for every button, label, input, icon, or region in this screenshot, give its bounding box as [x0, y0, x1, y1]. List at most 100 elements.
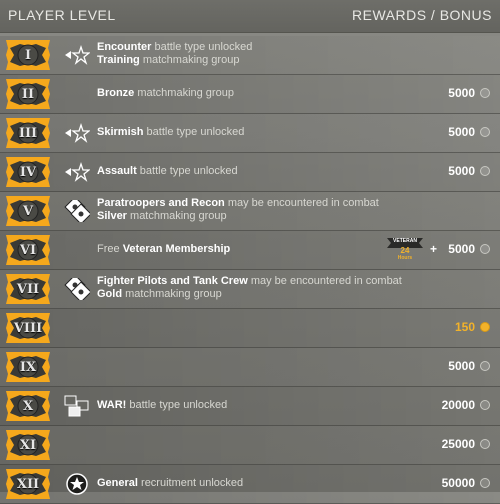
description-highlight: Skirmish [97, 126, 144, 138]
description-highlight: WAR! [97, 399, 127, 411]
veteran-hours-unit: Hours [397, 255, 413, 261]
rank-numeral: VII [16, 281, 40, 297]
description-line: Silver matchmaking group [97, 210, 379, 223]
description-highlight: Bronze [97, 87, 135, 99]
unlock-description: Skirmish battle type unlocked [97, 126, 244, 139]
description-line: General recruitment unlocked [97, 477, 243, 490]
plane-tank-icon [64, 161, 90, 183]
reward-value: 25000 [441, 437, 475, 451]
level-row-xii: XII General recruitment unlocked 50000 [0, 465, 500, 504]
plane-tank-icon [64, 122, 90, 144]
unlock-description: Free Veteran Membership [97, 243, 230, 256]
table-header: PLAYER LEVEL REWARDS / BONUS [0, 0, 500, 33]
description-line: Encounter battle type unlocked [97, 41, 252, 54]
description-line: Skirmish battle type unlocked [97, 126, 244, 139]
description-text: may be encountered in combat [224, 197, 379, 209]
credits-coin-icon [480, 127, 490, 137]
reward-amount: 5000 [448, 86, 490, 100]
description-text: matchmaking group [134, 87, 234, 99]
description-text: matchmaking group [122, 288, 222, 300]
reward-amount: 50000 [442, 476, 490, 490]
reward-value: 5000 [448, 86, 475, 100]
plane-tank-icon [64, 44, 90, 66]
rank-numeral: III [18, 125, 38, 141]
paratrooper-icon [64, 200, 90, 222]
rank-numeral: II [21, 86, 35, 102]
rewards-bonus-header: REWARDS / BONUS [352, 7, 492, 23]
level-rewards-list: I Encounter battle type unlocked Training … [0, 36, 500, 504]
description-text: recruitment unlocked [137, 477, 244, 489]
description-text: matchmaking group [139, 54, 240, 66]
level-row-i: I Encounter battle type unlocked Training … [0, 36, 500, 75]
reward-value: 5000 [448, 164, 475, 178]
description-line: Paratroopers and Recon may be encountere… [97, 197, 379, 210]
description-text: may be encountered in combat [247, 275, 402, 287]
credits-coin-icon [480, 439, 490, 449]
rank-numeral: IX [19, 359, 37, 375]
description-highlight: Training [97, 54, 140, 66]
description-highlight: Veteran Membership [122, 243, 231, 255]
reward-value: 20000 [441, 398, 475, 412]
reward-amount: 20000 [442, 398, 490, 412]
unlock-description: WAR! battle type unlocked [97, 399, 227, 412]
description-text: battle type unlocked [126, 399, 228, 411]
unlock-description: Paratroopers and Recon may be encountere… [97, 197, 379, 223]
description-highlight: Assault [97, 165, 137, 177]
description-line: Training matchmaking group [97, 54, 252, 67]
description-highlight: Encounter [97, 41, 152, 53]
reward-value: 50000 [441, 476, 475, 490]
level-row-viii: VIII 150 [0, 309, 500, 348]
veteran-badge-icon: VETERAN 24 Hours [385, 236, 425, 264]
rank-numeral: IV [19, 164, 37, 180]
description-prefix: Free [97, 243, 123, 255]
description-line: Fighter Pilots and Tank Crew may be enco… [97, 275, 402, 288]
description-text: battle type unlocked [151, 41, 253, 53]
credits-coin-icon [480, 400, 490, 410]
rank-numeral: VIII [13, 320, 43, 336]
credits-coin-icon [480, 361, 490, 371]
veteran-hours-number: 24 [400, 246, 410, 255]
reward-amount: 5000 [448, 242, 490, 256]
unlock-description: Bronze matchmaking group [97, 87, 234, 100]
description-highlight: Gold [97, 288, 123, 300]
credits-coin-icon [480, 244, 490, 254]
level-row-ix: IX 5000 [0, 348, 500, 387]
description-line: Bronze matchmaking group [97, 87, 234, 100]
gold-coin-icon [480, 322, 490, 332]
rank-numeral: V [22, 203, 34, 219]
description-line: Gold matchmaking group [97, 288, 402, 301]
reward-amount: 150 [455, 320, 490, 334]
rank-numeral: XI [19, 437, 37, 453]
rank-numeral: I [24, 47, 32, 63]
pilot-tank-icon [64, 278, 90, 300]
level-row-x: X WAR! battle type unlocked 20000 [0, 387, 500, 426]
level-row-v: V Paratroopers and Recon may be encounter… [0, 192, 500, 231]
credits-coin-icon [480, 88, 490, 98]
description-highlight: Paratroopers and Recon [97, 197, 225, 209]
rank-numeral: XII [16, 476, 40, 492]
description-line: WAR! battle type unlocked [97, 399, 227, 412]
credits-coin-icon [480, 166, 490, 176]
unlock-description: General recruitment unlocked [97, 477, 243, 490]
war-map-icon [64, 395, 90, 417]
reward-value: 5000 [448, 359, 475, 373]
rank-numeral: VI [19, 242, 37, 258]
level-row-vii: VII Fighter Pilots and Tank Crew may be e… [0, 270, 500, 309]
reward-amount: 5000 [448, 359, 490, 373]
reward-value: 5000 [448, 125, 475, 139]
reward-amount: 25000 [442, 437, 490, 451]
reward-amount: 5000 [448, 125, 490, 139]
description-highlight: General [97, 477, 138, 489]
level-row-ii: II Bronze matchmaking group 5000 [0, 75, 500, 114]
reward-value: 5000 [448, 242, 475, 256]
description-line: Free Veteran Membership [97, 243, 230, 256]
plus-sign: + [429, 242, 437, 256]
unlock-description: Fighter Pilots and Tank Crew may be enco… [97, 275, 402, 301]
reward-amount: 5000 [448, 164, 490, 178]
unlock-description: Encounter battle type unlocked Training m… [97, 41, 252, 67]
description-highlight: Fighter Pilots and Tank Crew [97, 275, 248, 287]
description-text: battle type unlocked [136, 165, 238, 177]
credits-coin-icon [480, 478, 490, 488]
level-row-vi: VI Free Veteran Membership VETERAN 24 Hours +… [0, 231, 500, 270]
description-highlight: Silver [97, 210, 127, 222]
